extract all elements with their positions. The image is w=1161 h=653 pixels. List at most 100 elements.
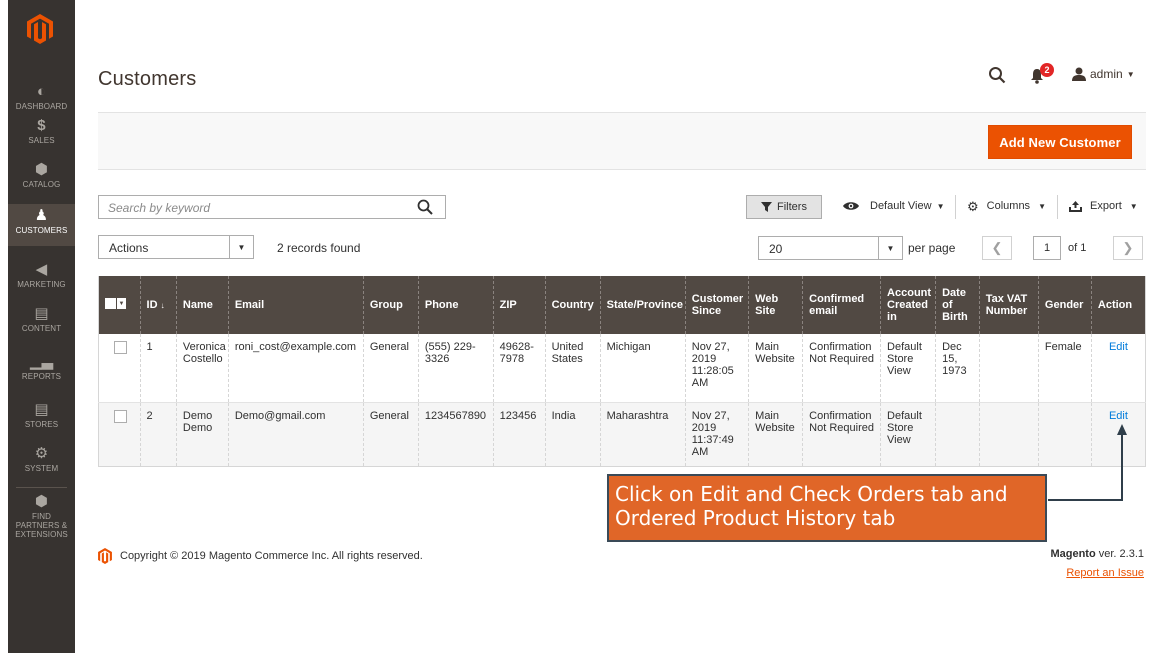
next-page-button[interactable]: ❯ bbox=[1113, 236, 1143, 260]
sidebar-item-content[interactable]: ▤ CONTENT bbox=[8, 306, 75, 336]
column-header-id[interactable]: ID ↓ bbox=[139, 276, 177, 334]
sidebar-item-stores[interactable]: ▤ STORES bbox=[8, 402, 75, 432]
column-header-taxvat[interactable]: Tax VAT Number bbox=[978, 276, 1039, 334]
brand-name: Magento bbox=[1050, 548, 1096, 560]
column-header-gender[interactable]: Gender bbox=[1037, 276, 1092, 334]
export-dropdown[interactable]: Export ▼ bbox=[1069, 200, 1138, 212]
layout-icon: ▤ bbox=[34, 305, 49, 322]
add-new-customer-button[interactable]: Add New Customer bbox=[988, 125, 1132, 159]
copyright-text: Copyright © 2019 Magento Commerce Inc. A… bbox=[120, 550, 423, 562]
keyword-search-input[interactable]: Search by keyword bbox=[98, 195, 446, 219]
column-header-group[interactable]: Group bbox=[362, 276, 419, 334]
sidebar-item-catalog[interactable]: ⬢ CATALOG bbox=[8, 162, 75, 192]
edit-link[interactable]: Edit bbox=[1098, 410, 1139, 422]
column-header-phone[interactable]: Phone bbox=[417, 276, 494, 334]
cell-name: Veronica Costello bbox=[175, 334, 229, 403]
row-checkbox[interactable] bbox=[114, 409, 127, 423]
sidebar-item-label: REPORTS bbox=[21, 372, 62, 381]
gear-icon: ⚙ bbox=[34, 445, 49, 462]
column-header-dob[interactable]: Date of Birth bbox=[935, 276, 980, 334]
cell-account-created: Default Store View bbox=[880, 334, 936, 403]
admin-user-menu[interactable]: admin ▼ bbox=[1072, 67, 1135, 81]
column-header-email[interactable]: Email bbox=[227, 276, 364, 334]
magento-logo-icon[interactable] bbox=[27, 14, 53, 44]
filters-label: Filters bbox=[777, 201, 807, 213]
column-header-website[interactable]: Web Site bbox=[748, 276, 803, 334]
cell-state: Maharashtra bbox=[599, 402, 686, 467]
export-icon bbox=[1069, 200, 1082, 212]
mass-select-header[interactable]: ▼ bbox=[98, 276, 141, 334]
mass-select-checkbox[interactable]: ▼ bbox=[105, 298, 126, 309]
column-header-zip[interactable]: ZIP bbox=[492, 276, 546, 334]
user-icon bbox=[1072, 67, 1086, 81]
version-text: ver. 2.3.1 bbox=[1095, 548, 1144, 560]
toolbar-divider bbox=[1057, 195, 1058, 219]
table-row[interactable]: 2 Demo Demo Demo@gmail.com General 12345… bbox=[98, 402, 1146, 467]
columns-label: Columns bbox=[986, 200, 1031, 212]
sidebar-item-reports[interactable]: ▁▃ REPORTS bbox=[8, 354, 75, 384]
cell-phone: 1234567890 bbox=[417, 402, 494, 467]
chevron-left-icon: ❮ bbox=[991, 240, 1003, 255]
page-title: Customers bbox=[98, 68, 197, 90]
table-row[interactable]: 1 Veronica Costello roni_cost@example.co… bbox=[98, 334, 1146, 403]
row-select-cell bbox=[98, 334, 141, 403]
chevron-down-icon: ▼ bbox=[1038, 201, 1046, 211]
cell-id: 2 bbox=[139, 402, 177, 467]
sidebar-item-partners[interactable]: ⬢ FIND PARTNERS & EXTENSIONS bbox=[8, 494, 75, 540]
magento-version: Magento ver. 2.3.1 bbox=[1050, 548, 1144, 560]
column-header-account-created[interactable]: Account Created in bbox=[880, 276, 936, 334]
window-frame bbox=[0, 0, 8, 653]
chevron-right-icon: ❯ bbox=[1122, 240, 1134, 255]
mass-actions-select[interactable]: Actions ▼ bbox=[98, 235, 254, 259]
search-placeholder: Search by keyword bbox=[108, 201, 211, 215]
sidebar-item-label: CUSTOMERS bbox=[15, 226, 68, 235]
report-issue-link[interactable]: Report an Issue bbox=[1066, 567, 1144, 579]
funnel-icon bbox=[761, 202, 773, 212]
sidebar-item-customers[interactable]: ♟ CUSTOMERS bbox=[8, 204, 75, 246]
global-search-icon[interactable] bbox=[988, 66, 1006, 84]
eye-icon bbox=[843, 202, 859, 210]
sidebar-item-label: STORES bbox=[24, 420, 59, 429]
chevron-down-icon: ▼ bbox=[936, 201, 945, 211]
dollar-icon: $ bbox=[37, 117, 46, 134]
column-header-state[interactable]: State/Province bbox=[599, 276, 686, 334]
storefront-icon: ▤ bbox=[34, 401, 49, 418]
previous-page-button[interactable]: ❮ bbox=[982, 236, 1012, 260]
notifications-button[interactable]: 2 bbox=[1030, 63, 1054, 84]
edit-link[interactable]: Edit bbox=[1098, 341, 1139, 353]
cell-zip: 123456 bbox=[492, 402, 546, 467]
cell-taxvat bbox=[978, 334, 1039, 403]
sidebar-item-dashboard[interactable]: ◐ DASHBOARD bbox=[8, 84, 75, 112]
row-checkbox[interactable] bbox=[114, 341, 127, 354]
sidebar-item-sales[interactable]: $ SALES bbox=[8, 118, 75, 146]
search-icon[interactable] bbox=[417, 199, 433, 215]
sidebar-item-label: DASHBOARD bbox=[15, 102, 68, 111]
column-header-country[interactable]: Country bbox=[544, 276, 601, 334]
sidebar-item-system[interactable]: ⚙ SYSTEM bbox=[8, 446, 75, 476]
cell-country: India bbox=[544, 402, 601, 467]
per-page-select[interactable]: 20 ▼ bbox=[758, 236, 903, 260]
per-page-label: per page bbox=[908, 241, 956, 255]
filters-button[interactable]: Filters bbox=[746, 195, 822, 219]
cell-website: Main Website bbox=[748, 334, 803, 403]
chevron-down-icon: ▼ bbox=[1126, 69, 1135, 79]
sidebar-item-marketing[interactable]: ◀ MARKETING bbox=[8, 262, 75, 292]
magento-logo-icon bbox=[98, 548, 112, 564]
chevron-down-icon: ▼ bbox=[117, 298, 126, 309]
column-header-confirmed-email[interactable]: Confirmed email bbox=[802, 276, 881, 334]
per-page-value: 20 bbox=[769, 242, 783, 256]
cell-group: General bbox=[362, 402, 419, 467]
default-view-dropdown[interactable]: Default View ▼ bbox=[843, 200, 944, 212]
column-header-customer-since[interactable]: Customer Since bbox=[684, 276, 749, 334]
instruction-callout: Click on Edit and Check Orders tab and O… bbox=[607, 474, 1047, 542]
columns-dropdown[interactable]: ⚙ Columns ▼ bbox=[967, 200, 1046, 213]
sidebar-item-label: MARKETING bbox=[17, 280, 66, 289]
cell-dob bbox=[935, 402, 980, 467]
cell-customer-since: Nov 27, 2019 11:37:49 AM bbox=[684, 402, 749, 467]
cell-group: General bbox=[362, 334, 419, 403]
cell-taxvat bbox=[978, 402, 1039, 467]
column-header-name[interactable]: Name bbox=[175, 276, 229, 334]
current-page-input[interactable]: 1 bbox=[1033, 236, 1061, 260]
grid-header-row: ▼ ID ↓ Name Email Group Phone ZIP Countr… bbox=[98, 276, 1146, 334]
cell-gender: Female bbox=[1037, 334, 1092, 403]
